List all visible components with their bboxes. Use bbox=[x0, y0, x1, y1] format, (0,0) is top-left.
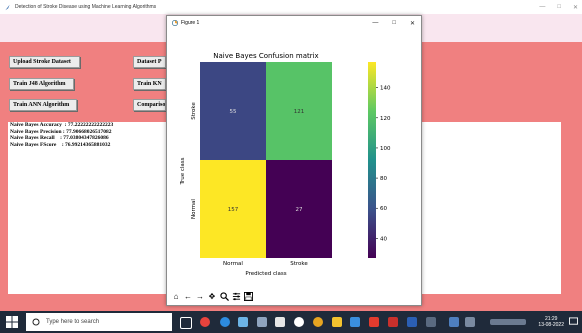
cell-value-label: 55 bbox=[230, 109, 237, 115]
cell-value-label: 27 bbox=[296, 207, 303, 213]
edge-browser-icon[interactable] bbox=[220, 317, 230, 327]
mic-icon[interactable] bbox=[161, 317, 166, 327]
tray-icons[interactable] bbox=[490, 319, 526, 325]
search-placeholder: Type here to search bbox=[46, 319, 100, 325]
train-j48-button[interactable]: Train J48 Algorithm bbox=[9, 78, 74, 90]
figure-title: Figure 1 bbox=[181, 20, 200, 26]
colorbar-tick-label: 100 bbox=[380, 146, 391, 152]
figure-maximize-icon[interactable]: □ bbox=[392, 20, 396, 26]
save-icon[interactable] bbox=[243, 291, 253, 301]
taskbar: Type here to search 21:29 13-08-2022 bbox=[0, 311, 582, 333]
chart-title: Naive Bayes Confusion matrix bbox=[213, 52, 318, 60]
confusion-matrix-chart: Naive Bayes Confusion matrix 55 121 157 27 N… bbox=[180, 52, 391, 277]
colorbar-tick-label: 60 bbox=[380, 206, 387, 212]
app-title: Detection of Stroke Disease using Machin… bbox=[15, 4, 157, 10]
dataset-preprocess-button[interactable]: Dataset P bbox=[133, 56, 166, 68]
y-tick-label: Stroke bbox=[191, 102, 197, 120]
colorbar-tick-label: 80 bbox=[380, 176, 387, 182]
y-tick-label: Normal bbox=[191, 199, 197, 219]
chrome-icon[interactable] bbox=[313, 317, 323, 327]
app-icon[interactable] bbox=[426, 317, 436, 327]
zoom-icon[interactable] bbox=[219, 291, 229, 301]
figure-close-icon[interactable]: ✕ bbox=[410, 20, 415, 27]
minimize-icon[interactable]: — bbox=[539, 4, 545, 10]
x-axis-label: Predicted class bbox=[245, 271, 286, 277]
x-tick-label: Normal bbox=[223, 261, 243, 267]
train-ann-button[interactable]: Train ANN Algorithm bbox=[9, 99, 77, 111]
figure-minimize-icon[interactable]: — bbox=[372, 20, 378, 26]
store-bag-icon[interactable] bbox=[275, 317, 285, 327]
windows-start-icon[interactable] bbox=[6, 316, 18, 328]
file-explorer-icon[interactable] bbox=[332, 317, 342, 327]
app-icon[interactable] bbox=[388, 317, 398, 327]
word-icon[interactable] bbox=[407, 317, 417, 327]
colorbar-tick-label: 40 bbox=[380, 236, 387, 242]
close-icon[interactable]: ✕ bbox=[573, 4, 578, 11]
colorbar-tick-label: 140 bbox=[380, 86, 391, 92]
python-icon[interactable] bbox=[449, 317, 459, 327]
app-titlebar: Detection of Stroke Disease using Machin… bbox=[0, 0, 582, 14]
app-icon[interactable] bbox=[350, 317, 360, 327]
maximize-icon[interactable]: □ bbox=[557, 4, 561, 10]
cell-value-label: 121 bbox=[294, 109, 305, 115]
notification-icon[interactable] bbox=[569, 317, 578, 326]
forward-arrow-icon[interactable]: → bbox=[195, 291, 205, 301]
train-knn-button[interactable]: Train KN bbox=[133, 78, 166, 90]
media-app-icon[interactable] bbox=[200, 317, 210, 327]
y-axis-label: True class bbox=[180, 157, 186, 185]
home-icon[interactable]: ⌂ bbox=[171, 291, 181, 301]
feather-icon bbox=[5, 4, 10, 10]
task-view-icon[interactable] bbox=[180, 317, 192, 329]
store-icon[interactable] bbox=[238, 317, 248, 327]
app-icon[interactable] bbox=[465, 317, 475, 327]
figure-toolbar: ⌂ ← → ✥ bbox=[167, 288, 425, 304]
pan-icon[interactable]: ✥ bbox=[207, 291, 217, 301]
configure-subplots-icon[interactable] bbox=[231, 291, 241, 301]
matplotlib-icon bbox=[172, 20, 178, 26]
taskbar-search-box[interactable]: Type here to search bbox=[26, 313, 172, 331]
app-icon[interactable] bbox=[257, 317, 267, 327]
cell-value-label: 157 bbox=[228, 207, 239, 213]
colorbar-tick-label: 120 bbox=[380, 116, 391, 122]
pdf-icon[interactable] bbox=[369, 317, 379, 327]
settings-icon[interactable] bbox=[294, 317, 304, 327]
back-arrow-icon[interactable]: ← bbox=[183, 291, 193, 301]
clock[interactable]: 21:29 13-08-2022 bbox=[538, 313, 564, 331]
colorbar bbox=[368, 62, 376, 258]
search-icon bbox=[32, 318, 40, 326]
clock-date: 13-08-2022 bbox=[538, 322, 564, 328]
figure-titlebar: Figure 1 — □ ✕ bbox=[167, 16, 421, 30]
x-tick-label: Stroke bbox=[290, 261, 308, 267]
upload-dataset-button[interactable]: Upload Stroke Dataset bbox=[9, 56, 80, 68]
comparison-graph-button[interactable]: Compariso bbox=[133, 99, 166, 111]
figure-window: Figure 1 — □ ✕ Naive Bayes Confusion mat… bbox=[166, 15, 422, 306]
